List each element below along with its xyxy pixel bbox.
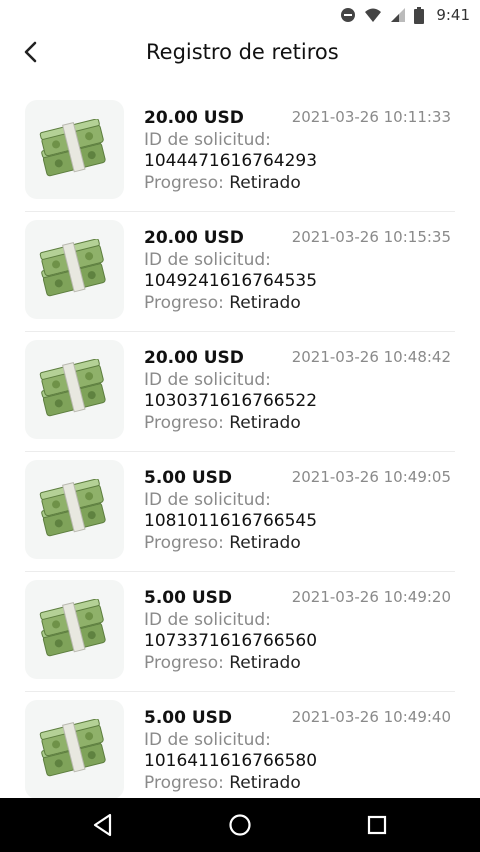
withdrawal-amount: 5.00 USD bbox=[144, 588, 233, 608]
progress-line: Progreso: Retirado bbox=[144, 293, 301, 313]
request-id-value: 1044471616764293 bbox=[144, 151, 318, 171]
progress-line: Progreso: Retirado bbox=[144, 173, 301, 193]
money-stack-icon bbox=[25, 340, 124, 439]
nav-home-icon[interactable] bbox=[227, 812, 253, 838]
status-bar: 9:41 bbox=[0, 0, 480, 30]
withdrawal-date: 2021-03-26 10:11:33 bbox=[291, 108, 451, 126]
progress-line: Progreso: Retirado bbox=[144, 533, 301, 553]
signal-icon bbox=[390, 7, 406, 23]
progress-label: Progreso: bbox=[144, 413, 224, 433]
progress-label: Progreso: bbox=[144, 173, 224, 193]
money-stack-icon bbox=[25, 220, 124, 319]
battery-icon bbox=[414, 6, 425, 24]
progress-line: Progreso: Retirado bbox=[144, 653, 301, 673]
status-time: 9:41 bbox=[436, 6, 470, 24]
do-not-disturb-icon bbox=[340, 7, 356, 23]
progress-line: Progreso: Retirado bbox=[144, 413, 301, 433]
request-id-label: ID de solicitud: bbox=[144, 490, 271, 510]
withdrawal-list: 20.00 USD 2021-03-26 10:11:33 ID de solici… bbox=[0, 92, 480, 812]
withdrawal-item[interactable]: 5.00 USD 2021-03-26 10:49:20 ID de solicit… bbox=[25, 572, 455, 692]
withdrawal-date: 2021-03-26 10:15:35 bbox=[291, 228, 451, 246]
navigation-bar bbox=[0, 798, 480, 852]
request-id-label: ID de solicitud: bbox=[144, 250, 271, 270]
progress-status: Retirado bbox=[229, 653, 301, 673]
progress-line: Progreso: Retirado bbox=[144, 773, 301, 793]
progress-status: Retirado bbox=[229, 413, 301, 433]
request-id-label: ID de solicitud: bbox=[144, 610, 271, 630]
nav-recent-apps-icon[interactable] bbox=[364, 812, 390, 838]
withdrawal-item[interactable]: 5.00 USD 2021-03-26 10:49:05 ID de solicit… bbox=[25, 452, 455, 572]
withdrawal-item[interactable]: 20.00 USD 2021-03-26 10:11:33 ID de solici… bbox=[25, 92, 455, 212]
progress-status: Retirado bbox=[229, 173, 301, 193]
withdrawal-item[interactable]: 20.00 USD 2021-03-26 10:48:42 ID de solici… bbox=[25, 332, 455, 452]
progress-label: Progreso: bbox=[144, 773, 224, 793]
request-id-value: 1016411616766580 bbox=[144, 751, 318, 771]
progress-status: Retirado bbox=[229, 293, 301, 313]
request-id-label: ID de solicitud: bbox=[144, 730, 271, 750]
withdrawal-amount: 20.00 USD bbox=[144, 348, 244, 368]
request-id-label: ID de solicitud: bbox=[144, 370, 271, 390]
nav-back-icon[interactable] bbox=[90, 812, 116, 838]
withdrawal-date: 2021-03-26 10:49:40 bbox=[291, 708, 451, 726]
withdrawal-date: 2021-03-26 10:49:05 bbox=[291, 468, 451, 486]
wifi-icon bbox=[364, 7, 382, 23]
money-stack-icon bbox=[25, 460, 124, 559]
withdrawal-item[interactable]: 20.00 USD 2021-03-26 10:15:35 ID de solici… bbox=[25, 212, 455, 332]
request-id-label: ID de solicitud: bbox=[144, 130, 271, 150]
withdrawal-amount: 5.00 USD bbox=[144, 708, 233, 728]
withdrawal-date: 2021-03-26 10:48:42 bbox=[291, 348, 451, 366]
request-id-value: 1073371616766560 bbox=[144, 631, 318, 651]
back-arrow-icon bbox=[23, 41, 37, 67]
page-title: Registro de retiros bbox=[146, 40, 339, 64]
progress-label: Progreso: bbox=[144, 533, 224, 553]
withdrawal-date: 2021-03-26 10:49:20 bbox=[291, 588, 451, 606]
withdrawal-amount: 20.00 USD bbox=[144, 228, 244, 248]
request-id-value: 1030371616766522 bbox=[144, 391, 318, 411]
withdrawal-item[interactable]: 5.00 USD 2021-03-26 10:49:40 ID de solicit… bbox=[25, 692, 455, 812]
progress-status: Retirado bbox=[229, 533, 301, 553]
money-stack-icon bbox=[25, 700, 124, 799]
back-button[interactable] bbox=[14, 38, 46, 70]
withdrawal-amount: 20.00 USD bbox=[144, 108, 244, 128]
withdrawal-amount: 5.00 USD bbox=[144, 468, 233, 488]
app-bar: Registro de retiros bbox=[0, 30, 480, 78]
progress-label: Progreso: bbox=[144, 653, 224, 673]
money-stack-icon bbox=[25, 100, 124, 199]
progress-label: Progreso: bbox=[144, 293, 224, 313]
request-id-value: 1081011616766545 bbox=[144, 511, 318, 531]
money-stack-icon bbox=[25, 580, 124, 679]
progress-status: Retirado bbox=[229, 773, 301, 793]
request-id-value: 1049241616764535 bbox=[144, 271, 318, 291]
